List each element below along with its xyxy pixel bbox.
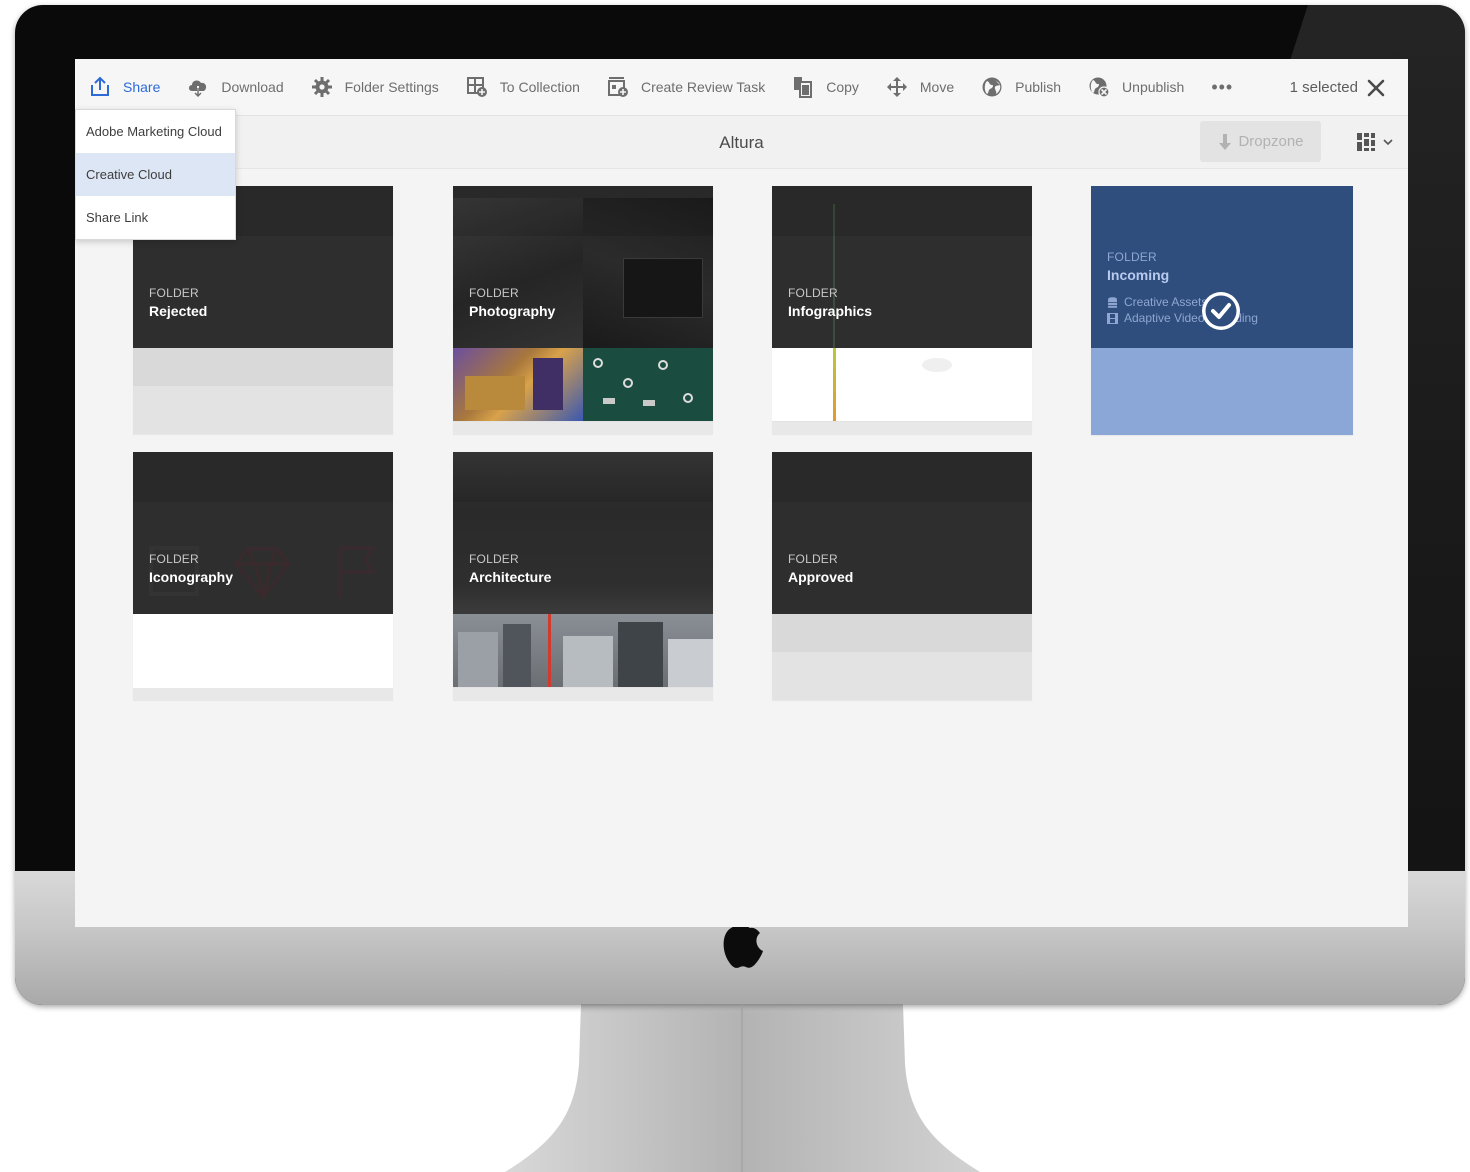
folder-detail-text: Creative Assets xyxy=(1124,295,1208,309)
dropzone-button[interactable]: Dropzone xyxy=(1200,121,1321,162)
monitor-stand xyxy=(505,1004,980,1172)
photo-tile xyxy=(583,348,713,421)
folder-footer xyxy=(772,422,1032,434)
move-icon xyxy=(886,76,908,98)
icon-shapes-preview xyxy=(149,546,376,600)
folder-preview xyxy=(133,614,393,688)
folder-name: Rejected xyxy=(149,303,208,319)
folder-settings-label: Folder Settings xyxy=(344,79,439,95)
globe-icon xyxy=(981,76,1003,98)
film-icon xyxy=(1107,312,1118,324)
folder-band xyxy=(772,614,1032,652)
share-icon xyxy=(89,76,111,98)
screen: Share Download Folder Settings To Collec… xyxy=(75,59,1408,927)
create-review-task-button[interactable]: Create Review Task xyxy=(607,59,765,116)
publish-button[interactable]: Publish xyxy=(981,59,1061,116)
folder-thumbnail xyxy=(772,452,1032,614)
photo-tile xyxy=(453,198,583,348)
photo-tile xyxy=(453,348,583,421)
selection-info: 1 selected xyxy=(1290,59,1386,116)
collection-add-icon xyxy=(466,76,488,98)
share-label: Share xyxy=(123,79,161,95)
chevron-down-icon xyxy=(1383,139,1393,146)
checkmark-icon[interactable] xyxy=(1201,291,1241,331)
folder-band xyxy=(133,348,393,386)
action-bar: Share Download Folder Settings To Collec… xyxy=(75,59,1408,116)
folder-thumbnail xyxy=(453,186,713,348)
folder-info: FOLDER Iconography xyxy=(149,552,233,585)
folder-card-incoming[interactable]: FOLDER Incoming Creative Assets Adaptive… xyxy=(1091,186,1353,435)
unpublish-label: Unpublish xyxy=(1122,79,1185,95)
folder-card-iconography[interactable]: FOLDER Iconography xyxy=(133,452,393,700)
folder-card-approved[interactable]: FOLDER Approved xyxy=(772,452,1032,700)
review-task-icon xyxy=(607,76,629,98)
to-collection-button[interactable]: To Collection xyxy=(466,59,580,116)
folder-kind: FOLDER xyxy=(149,286,199,300)
download-button[interactable]: Download xyxy=(187,59,284,116)
move-button[interactable]: Move xyxy=(886,59,954,116)
folder-name: Infographics xyxy=(788,303,873,319)
folder-kind: FOLDER xyxy=(149,552,199,566)
arrow-down-icon xyxy=(1219,133,1232,150)
folder-kind: FOLDER xyxy=(788,286,838,300)
folder-thumbnail xyxy=(453,452,713,614)
share-menu: Adobe Marketing Cloud Creative Cloud Sha… xyxy=(75,109,236,240)
folder-card-architecture[interactable]: FOLDER Architecture xyxy=(453,452,713,700)
folder-kind: FOLDER xyxy=(469,552,519,566)
folder-settings-button[interactable]: Folder Settings xyxy=(311,59,439,116)
share-menu-item-adobe-marketing-cloud[interactable]: Adobe Marketing Cloud xyxy=(76,110,235,153)
copy-button[interactable]: Copy xyxy=(792,59,859,116)
more-actions-button[interactable]: ••• xyxy=(1211,59,1233,116)
folder-info: FOLDER Rejected xyxy=(149,286,207,319)
publish-label: Publish xyxy=(1015,79,1062,95)
folder-info: FOLDER Photography xyxy=(469,286,555,319)
folder-thumbnail xyxy=(772,186,1032,348)
folder-info: FOLDER Architecture xyxy=(469,552,551,585)
infographic-preview xyxy=(772,348,1032,421)
close-selection-icon[interactable] xyxy=(1366,78,1386,98)
unpublish-button[interactable]: Unpublish xyxy=(1088,59,1184,116)
view-switcher[interactable] xyxy=(1356,131,1394,153)
folder-name: Iconography xyxy=(149,569,234,585)
folder-name: Approved xyxy=(788,569,854,585)
to-collection-label: To Collection xyxy=(499,79,580,95)
card-view-icon xyxy=(1357,133,1375,151)
share-menu-item-share-link[interactable]: Share Link xyxy=(76,196,235,239)
photo-tile xyxy=(583,198,713,348)
share-button[interactable]: Share xyxy=(89,59,160,116)
copy-icon xyxy=(792,76,814,98)
folder-thumbnail xyxy=(133,452,393,614)
folder-kind: FOLDER xyxy=(469,286,519,300)
folder-info: FOLDER Infographics xyxy=(788,286,872,319)
database-icon xyxy=(1108,296,1117,308)
folder-card-photography[interactable]: FOLDER Photography xyxy=(453,186,713,434)
apple-logo-icon xyxy=(723,923,763,968)
copy-label: Copy xyxy=(826,79,859,95)
download-icon xyxy=(187,76,209,98)
folder-name: Incoming xyxy=(1107,267,1170,283)
folder-name: Photography xyxy=(469,303,556,319)
globe-unpublish-icon xyxy=(1088,76,1110,98)
dropzone-label: Dropzone xyxy=(1238,133,1304,150)
city-photo xyxy=(453,614,713,687)
gear-icon xyxy=(311,76,333,98)
move-label: Move xyxy=(919,79,955,95)
selection-count: 1 selected xyxy=(1289,79,1358,96)
folder-footer xyxy=(453,422,713,434)
folder-info: FOLDER Approved xyxy=(788,552,853,585)
download-label: Download xyxy=(221,79,284,95)
share-menu-item-creative-cloud[interactable]: Creative Cloud xyxy=(76,153,235,196)
create-review-task-label: Create Review Task xyxy=(640,79,766,95)
title-bar: Altura Dropzone xyxy=(75,116,1408,169)
folder-footer xyxy=(133,688,393,700)
folder-kind: FOLDER xyxy=(1107,250,1157,264)
folder-footer xyxy=(453,688,713,700)
folder-card-infographics[interactable]: FOLDER Infographics xyxy=(772,186,1032,434)
folder-name: Architecture xyxy=(469,569,552,585)
folder-kind: FOLDER xyxy=(788,552,838,566)
